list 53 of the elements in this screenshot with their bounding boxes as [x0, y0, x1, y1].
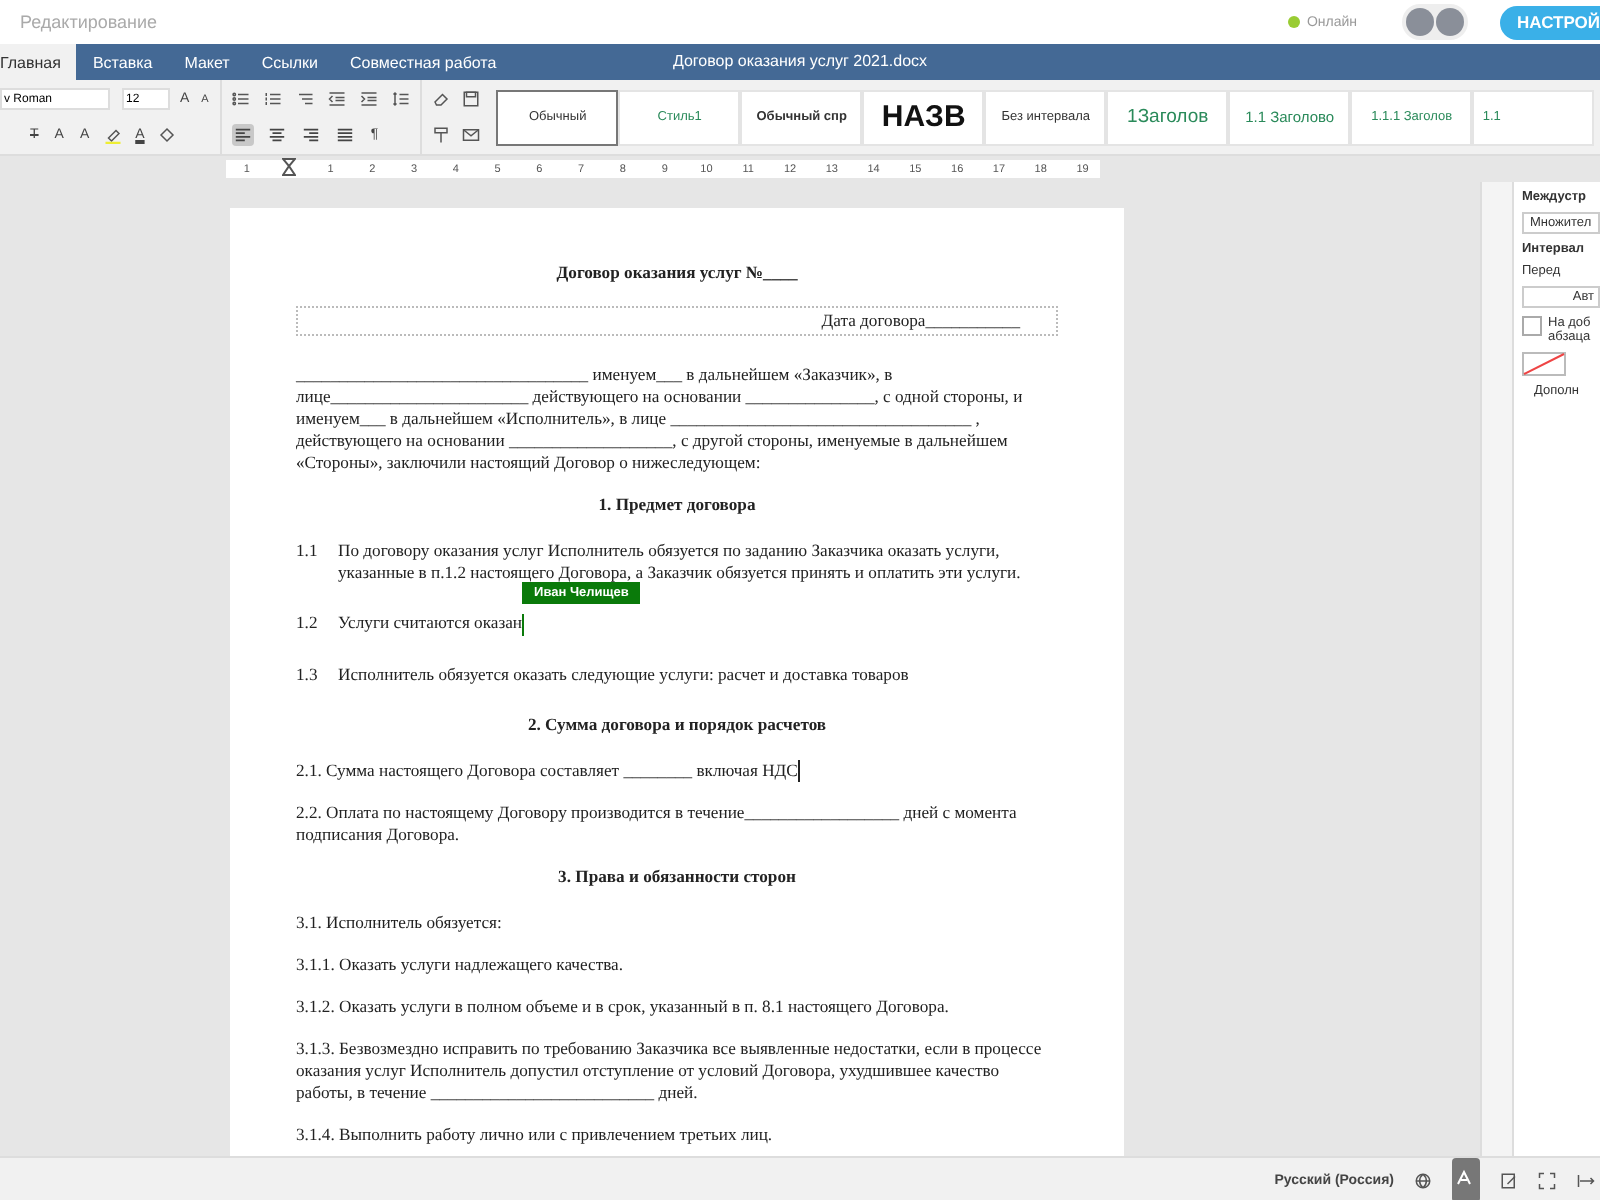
paragraph: 3.1.1. Оказать услуги надлежащего качества.: [296, 954, 623, 975]
editing-mode-label: Редактирование: [20, 12, 160, 32]
ribbon-tab[interactable]: Главная: [0, 44, 77, 80]
multilevel-list-icon[interactable]: [296, 90, 315, 108]
decrease-indent-icon[interactable]: [328, 90, 347, 108]
eraser-icon[interactable]: [432, 90, 451, 108]
ribbon-tab[interactable]: Макет: [168, 44, 246, 80]
paragraph: 3.1.3. Безвозмездно исправить по требованию Заказчика все выявленные недостатки, если в процессе оказания услуг Исполнитель допустил отступление от условий Договора, ухудшившее качество работы, в течение __________________________ дней.: [296, 1038, 1042, 1103]
paragraph: __________________________________ именуем___ в дальнейшем «Заказчик», в лице_______________________ действующего на основании _______________, с одной стороны, и именуем___ в дальнейшем «Исполнитель», в лице ___________________________________ , действующего на основании ___________________, с другой стороны, именуемые в дальнейшем «Стороны», заключили настоящий Договор о нижеследующем:: [296, 364, 1023, 472]
clause-text: Исполнитель обязуется оказать следующие услуги: расчет и доставка товаров: [338, 663, 909, 684]
clause-number: 1.3: [296, 663, 320, 686]
fill-bucket-icon[interactable]: [158, 126, 177, 144]
paragraph: 2.2. Оплата по настоящему Договору производится в течение__________________ дней с момента подписания Договора.: [296, 802, 1017, 845]
spellcheck-button[interactable]: [1452, 1158, 1480, 1200]
save-icon[interactable]: [462, 90, 481, 108]
line-spacing-icon[interactable]: [392, 90, 411, 108]
document-title: Договор оказания услуг 2021.docx: [672, 52, 928, 70]
paragraph: 3.1.2. Оказать услуги в полном объеме и в срок, указанный в п. 8.1 настоящего Договора.: [296, 996, 949, 1017]
paragraph: 2.1. Сумма настоящего Договора составляет ________ включая НДС: [296, 759, 798, 780]
online-status-dot: [1288, 16, 1301, 28]
date-field[interactable]: Дата договора___________: [296, 306, 1058, 336]
document-heading: Договор оказания услуг №____: [554, 262, 800, 284]
fit-page-icon[interactable]: [1538, 1171, 1556, 1189]
style-preset[interactable]: 1Заголов: [1106, 89, 1229, 145]
edit-icon[interactable]: [1500, 1171, 1518, 1189]
paragraph: 3.1.4. Выполнить работу лично или с привлечением третьих лиц.: [296, 1124, 773, 1145]
section-heading: 3. Права и обязанности сторон: [556, 866, 798, 889]
collaborator-cursor: [522, 613, 525, 636]
background-color-swatch-icon[interactable]: [1522, 352, 1566, 376]
paint-roller-icon[interactable]: [432, 126, 451, 144]
fit-width-icon[interactable]: [1576, 1171, 1596, 1189]
highlighter-icon[interactable]: [103, 126, 122, 144]
ribbon-tab[interactable]: Ссылки: [245, 44, 334, 80]
no-spacing-checkbox[interactable]: [1522, 316, 1542, 336]
numbered-list-icon[interactable]: [264, 90, 283, 108]
envelope-icon[interactable]: [462, 126, 481, 144]
ribbon-tab[interactable]: Совместная работа: [334, 44, 513, 80]
increase-indent-icon[interactable]: [360, 90, 379, 108]
bulleted-list-icon[interactable]: [232, 90, 251, 108]
paragraph: 3.1. Исполнитель обязуется:: [296, 912, 502, 933]
clause-text: Услуги считаются оказан: [338, 612, 523, 632]
style-preset[interactable]: НАЗВ: [862, 89, 985, 145]
section-heading: 1. Предмет договора: [596, 494, 758, 516]
indent-marker-icon[interactable]: [281, 158, 296, 176]
clause-number: 1.1: [296, 540, 320, 564]
vertical-scrollbar[interactable]: [1480, 182, 1514, 1156]
user-avatars[interactable]: [1401, 4, 1468, 40]
spellcheck-icon[interactable]: [1456, 1168, 1476, 1188]
clause-number: 1.2: [296, 612, 320, 636]
section-heading: 2. Сумма договора и порядок расчетов: [525, 713, 829, 736]
clause-text: По договору оказания услуг Исполнитель обязуется по заданию Заказчика оказать услуги, указанные в п.1.2 настоящего Договора, а Заказчик обязуется принять и оплатить эти услуги.: [338, 540, 1021, 582]
globe-icon[interactable]: [1414, 1171, 1432, 1189]
ribbon-tab[interactable]: Вставка: [76, 44, 169, 80]
